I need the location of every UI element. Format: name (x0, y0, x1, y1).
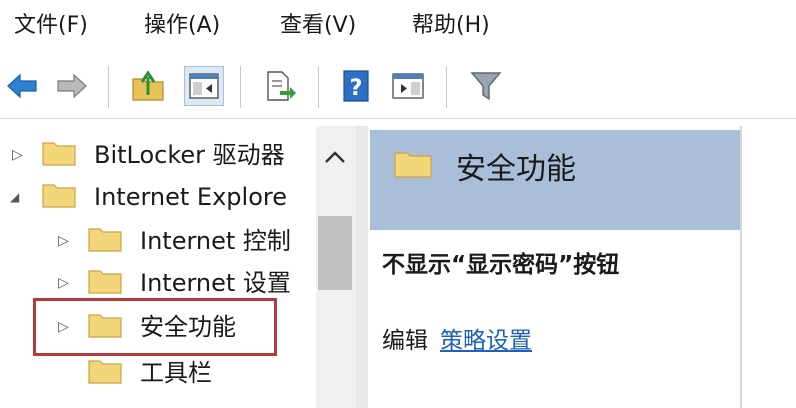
folder-icon (394, 152, 432, 178)
help-icon[interactable]: ? (336, 66, 376, 106)
edit-label: 编辑 (382, 328, 428, 354)
folder-icon (88, 270, 122, 294)
expand-arrow-icon[interactable]: ▷ (58, 275, 69, 291)
menu-file[interactable]: 文件(F) (14, 12, 88, 40)
tree-item-label: Internet 设置 (140, 269, 291, 297)
toolbar-separator (108, 66, 109, 108)
expand-arrow-icon[interactable]: ▷ (12, 147, 23, 163)
toolbar-separator (446, 66, 447, 108)
tree-item-label: Internet 控制 (140, 227, 291, 255)
policy-name: 不显示“显示密码”按钮 (382, 252, 620, 278)
svg-text:?: ? (350, 76, 363, 101)
tree-item-label: BitLocker 驱动器 (94, 141, 285, 169)
expand-arrow-icon[interactable]: ▷ (58, 233, 69, 249)
toolbar-divider (0, 118, 796, 119)
toolbar: ? (0, 58, 796, 120)
show-hide-console-tree-icon[interactable] (184, 66, 224, 106)
toolbar-separator (318, 66, 319, 108)
collapse-arrow-icon[interactable]: ◢ (10, 190, 19, 204)
folder-icon (42, 142, 76, 166)
tree-item-label: Internet Explore (94, 183, 287, 211)
menu-bar: 文件(F) 操作(A) 查看(V) 帮助(H) (0, 0, 796, 52)
forward-arrow-icon[interactable] (52, 66, 92, 106)
policy-settings-link[interactable]: 策略设置 (440, 326, 532, 356)
selection-highlight (33, 298, 277, 356)
filter-icon[interactable] (466, 66, 506, 106)
scroll-up-icon[interactable] (324, 150, 346, 164)
show-action-pane-icon[interactable] (388, 66, 428, 106)
menu-help[interactable]: 帮助(H) (412, 12, 490, 40)
folder-icon (42, 184, 76, 208)
pane-splitter[interactable] (356, 126, 368, 408)
folder-icon (88, 228, 122, 252)
up-folder-icon[interactable] (128, 66, 168, 106)
export-list-icon[interactable] (260, 66, 300, 106)
tree-item-label: 工具栏 (140, 359, 212, 387)
menu-action[interactable]: 操作(A) (144, 12, 220, 40)
menu-view[interactable]: 查看(V) (280, 12, 356, 40)
pane-divider (740, 126, 742, 408)
scrollbar-thumb[interactable] (318, 216, 352, 290)
toolbar-separator (240, 66, 241, 108)
folder-icon (88, 360, 122, 384)
details-title: 安全功能 (456, 152, 576, 187)
back-arrow-icon[interactable] (2, 66, 42, 106)
